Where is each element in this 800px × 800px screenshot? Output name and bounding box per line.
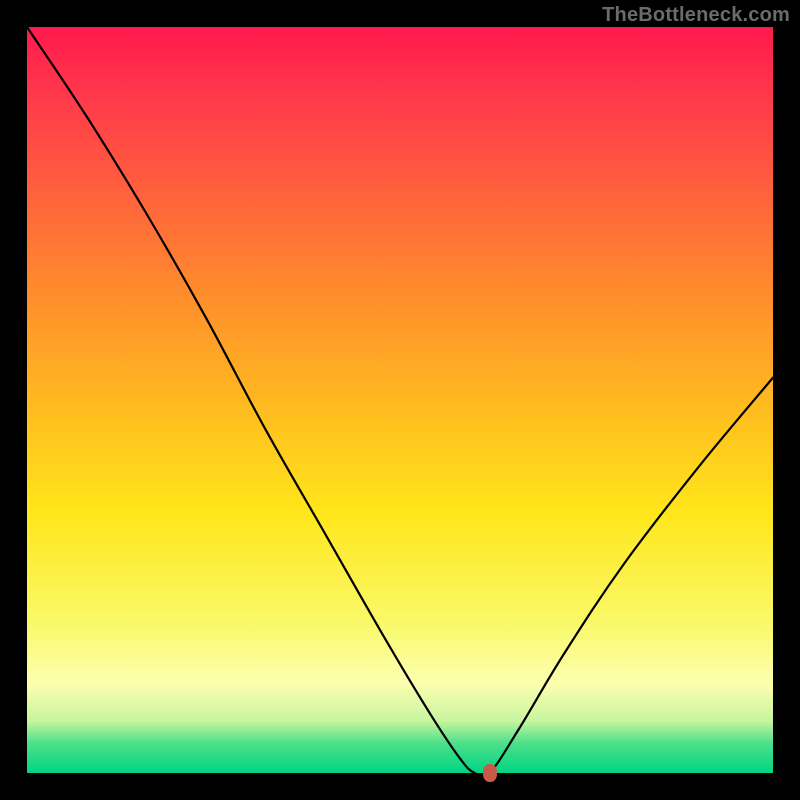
curve-svg: [27, 27, 773, 773]
attribution-text: TheBottleneck.com: [602, 4, 790, 27]
plot-area: [27, 27, 773, 773]
optimal-marker: [483, 764, 497, 782]
chart-frame: TheBottleneck.com: [0, 0, 800, 800]
bottleneck-curve: [27, 27, 773, 777]
